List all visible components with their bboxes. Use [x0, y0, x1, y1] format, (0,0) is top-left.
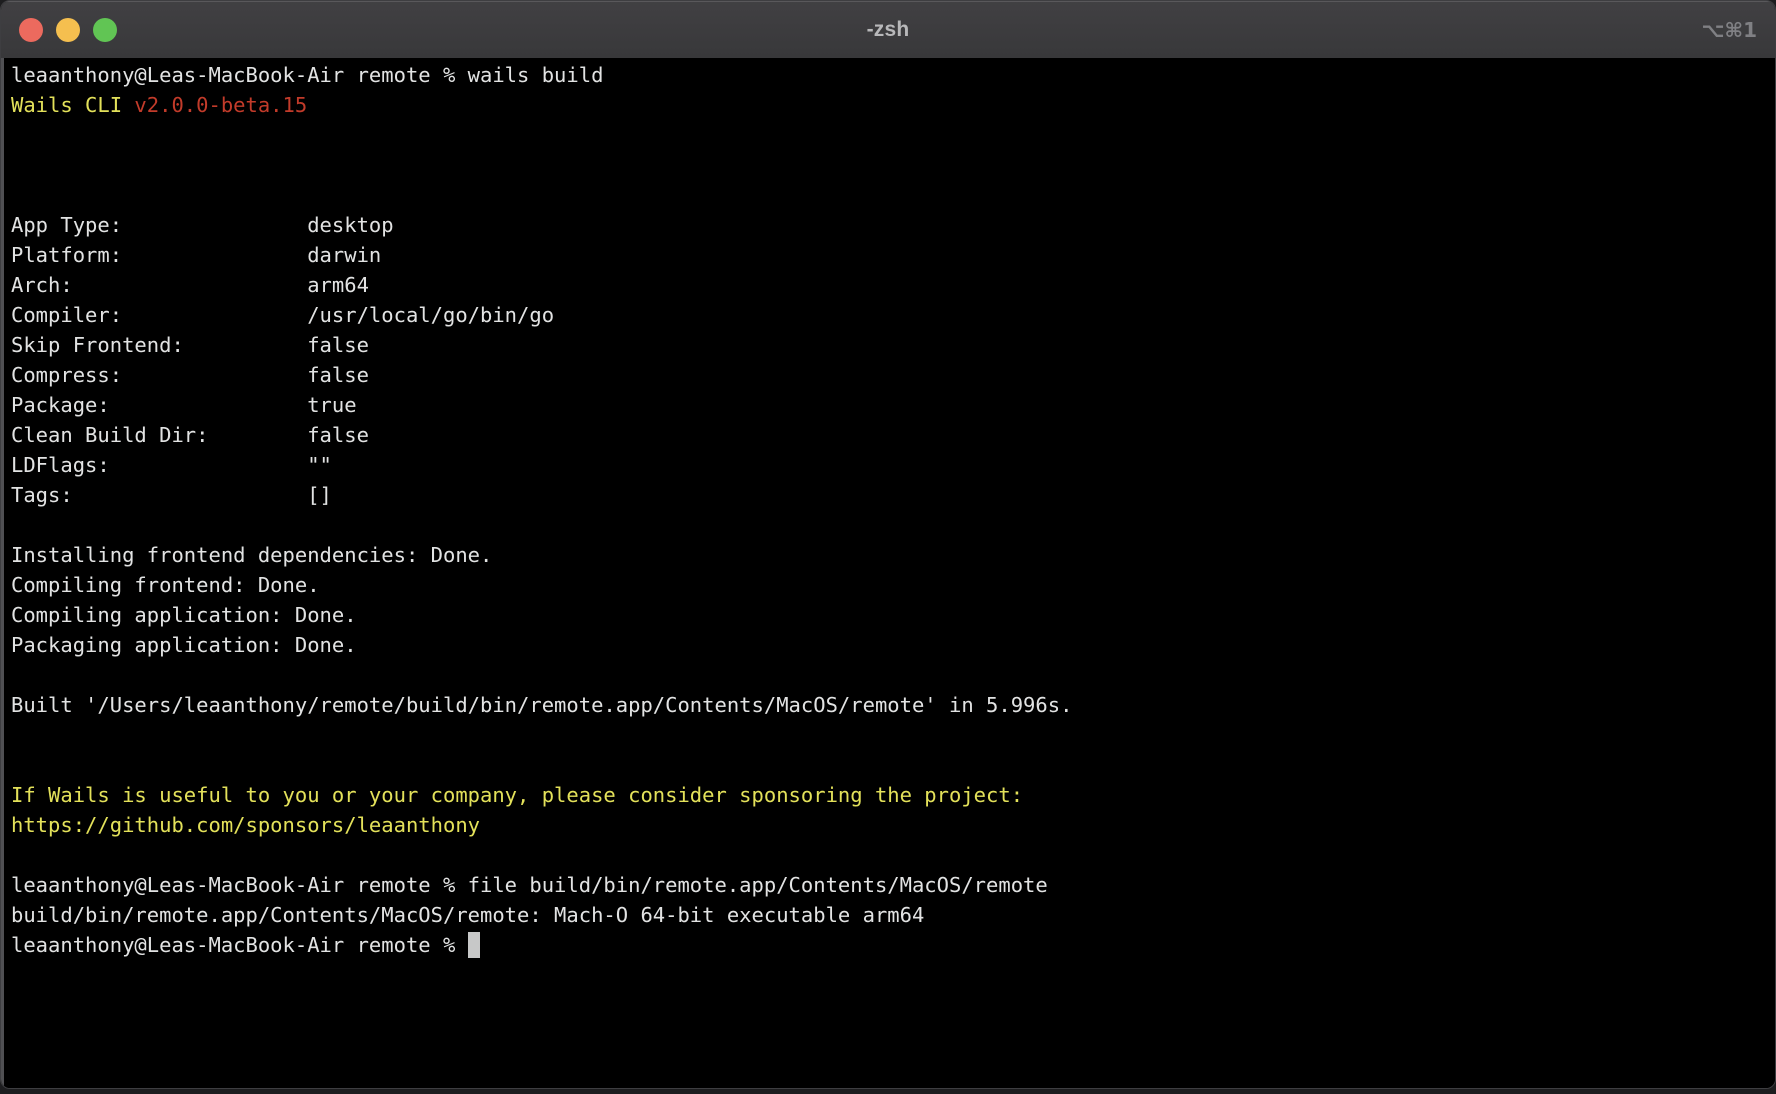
zoom-button[interactable] [93, 18, 117, 42]
terminal-line: Clean Build Dir: false [11, 420, 1765, 450]
close-button[interactable] [19, 18, 43, 42]
terminal-line: Compiling frontend: Done. [11, 570, 1765, 600]
terminal-line: Package: true [11, 390, 1765, 420]
terminal-line: leaanthony@Leas-MacBook-Air remote % fil… [11, 870, 1765, 900]
terminal-line [11, 120, 1765, 150]
minimize-button[interactable] [56, 18, 80, 42]
terminal-line: leaanthony@Leas-MacBook-Air remote % wai… [11, 60, 1765, 90]
terminal-cursor [468, 932, 481, 958]
terminal-line: Arch: arm64 [11, 270, 1765, 300]
terminal-line: Installing frontend dependencies: Done. [11, 540, 1765, 570]
keyboard-shortcut-badge: ⌥⌘1 [1701, 1, 1757, 58]
terminal-line: leaanthony@Leas-MacBook-Air remote % [11, 930, 1765, 960]
terminal-line: Compiler: /usr/local/go/bin/go [11, 300, 1765, 330]
terminal-line: If Wails is useful to you or your compan… [11, 780, 1765, 810]
terminal-line [11, 180, 1765, 210]
terminal-line: Tags: [] [11, 480, 1765, 510]
terminal-line: Skip Frontend: false [11, 330, 1765, 360]
terminal-screen[interactable]: leaanthony@Leas-MacBook-Air remote % wai… [1, 58, 1775, 1088]
terminal-line: Packaging application: Done. [11, 630, 1765, 660]
terminal-line [11, 750, 1765, 780]
terminal-line: build/bin/remote.app/Contents/MacOS/remo… [11, 900, 1765, 930]
traffic-lights [19, 1, 117, 58]
terminal-line [11, 150, 1765, 180]
terminal-line: LDFlags: "" [11, 450, 1765, 480]
terminal-line: Platform: darwin [11, 240, 1765, 270]
terminal-line: https://github.com/sponsors/leaanthony [11, 810, 1765, 840]
window-title: -zsh [1, 18, 1775, 42]
terminal-line: Built '/Users/leaanthony/remote/build/bi… [11, 690, 1765, 720]
terminal-line: Compiling application: Done. [11, 600, 1765, 630]
terminal-line [11, 840, 1765, 870]
terminal-line [11, 720, 1765, 750]
titlebar[interactable]: -zsh ⌥⌘1 [1, 1, 1775, 58]
terminal-line: Wails CLI v2.0.0-beta.15 [11, 90, 1765, 120]
terminal-line [11, 660, 1765, 690]
terminal-line [11, 510, 1765, 540]
terminal-line: App Type: desktop [11, 210, 1765, 240]
terminal-window: -zsh ⌥⌘1 leaanthony@Leas-MacBook-Air rem… [0, 0, 1776, 1089]
terminal-line: Compress: false [11, 360, 1765, 390]
